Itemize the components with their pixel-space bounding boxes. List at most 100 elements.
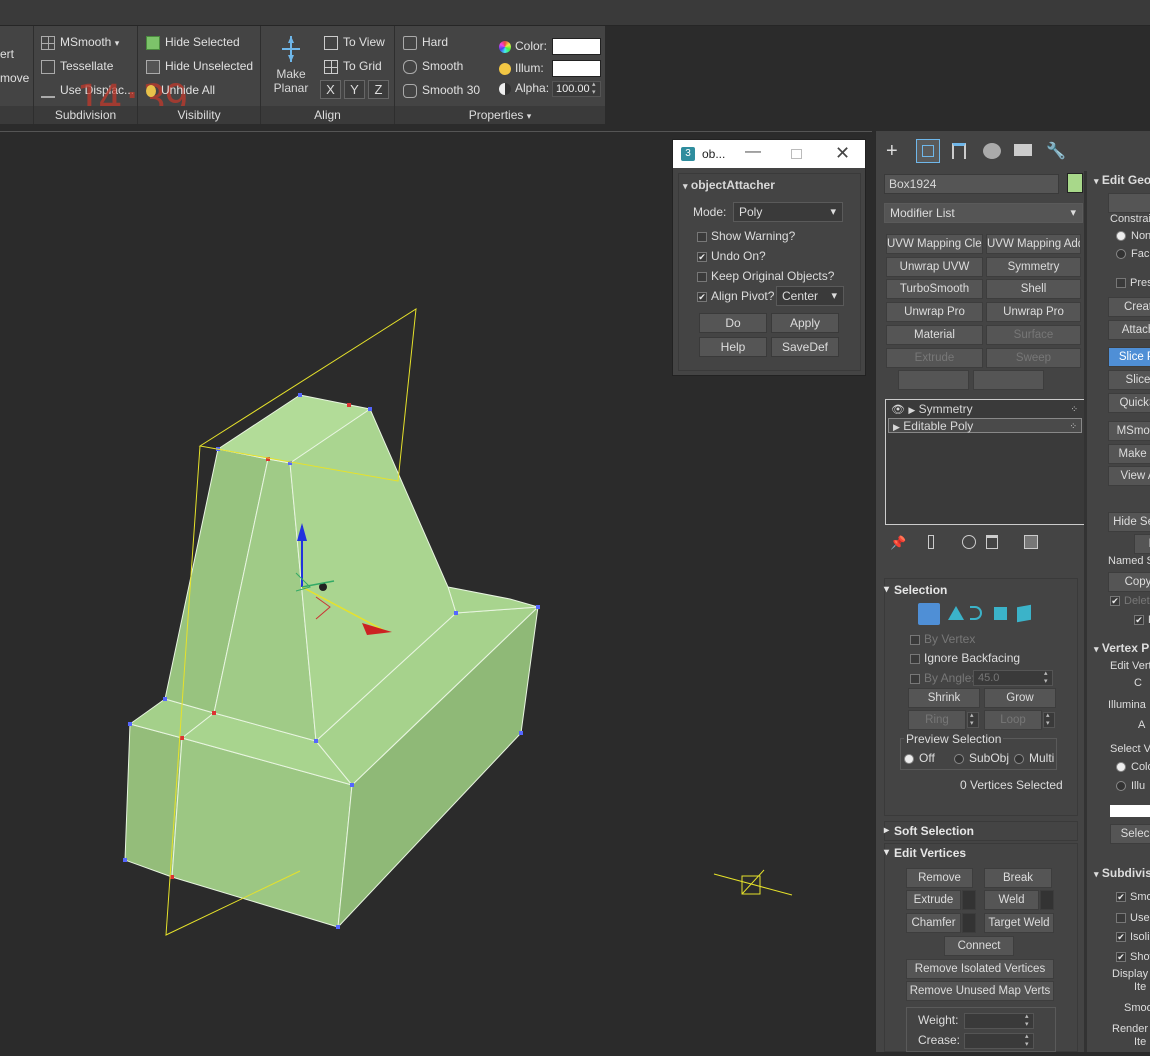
to-grid-button[interactable]: To Grid — [324, 56, 382, 76]
shell-button[interactable]: Shell — [986, 279, 1081, 299]
align-pivot-checkbox[interactable]: ✔ Align Pivot? — [697, 289, 774, 303]
grow-button[interactable]: Grow — [984, 688, 1056, 708]
empty-mod-button-2[interactable] — [973, 370, 1044, 390]
display-tab-icon[interactable] — [1014, 144, 1032, 156]
modify-tab-icon[interactable] — [916, 139, 940, 163]
show-cage-checkbox[interactable]: ✔Show — [1116, 951, 1150, 963]
subdivision-footer[interactable]: Subdivision — [34, 106, 137, 124]
ring-button[interactable]: Ring — [908, 710, 966, 730]
chamfer-settings-button[interactable] — [962, 913, 976, 933]
msmooth-panel-button[interactable]: MSmoot — [1108, 421, 1150, 441]
chamfer-button[interactable]: Chamfer — [906, 913, 961, 933]
break-button[interactable]: Break — [984, 868, 1052, 888]
selection-rollout-header[interactable]: Selection — [884, 581, 1070, 599]
mesh-object[interactable] — [124, 394, 539, 928]
object-name-field[interactable]: Box1924 — [884, 174, 1059, 194]
make-planar-button[interactable]: Make Planar — [269, 34, 313, 95]
msmooth-button[interactable]: MSmooth ▾ — [41, 32, 119, 52]
border-level-icon[interactable] — [970, 606, 982, 620]
view-align-button[interactable]: View A — [1108, 466, 1150, 486]
pivot-select[interactable]: Center — [776, 286, 844, 306]
savedef-button[interactable]: SaveDef — [771, 337, 839, 357]
alpha-spinner[interactable]: 100.00 — [552, 81, 601, 97]
empty-mod-button-1[interactable] — [898, 370, 969, 390]
smooth-result-checkbox[interactable]: ✔Smoo — [1116, 891, 1150, 903]
soft-selection-header[interactable]: Soft Selection — [884, 822, 1070, 840]
unwrap-uvw-button[interactable]: Unwrap UVW — [886, 257, 983, 277]
hide-selected-button[interactable]: Hide Selected — [146, 32, 240, 52]
keep-original-checkbox[interactable]: Keep Original Objects? — [697, 269, 834, 283]
pin-stack-icon[interactable]: 📌 — [890, 535, 906, 551]
loop-spinner[interactable] — [1043, 712, 1055, 728]
modifier-list-dropdown[interactable]: Modifier List — [884, 203, 1083, 223]
vertex-properties-header[interactable]: ▾ Vertex P — [1094, 641, 1149, 655]
loop-button[interactable]: Loop — [984, 710, 1042, 730]
turbosmooth-button[interactable]: TurboSmooth — [886, 279, 983, 299]
properties-footer[interactable]: Properties ▾ — [395, 106, 605, 124]
hide-unselected-panel-button[interactable]: Hi — [1134, 534, 1150, 554]
illum-swatch[interactable] — [552, 60, 601, 77]
target-weld-button[interactable]: Target Weld — [984, 913, 1054, 933]
stack-item-symmetry[interactable]: 👁 ▶ Symmetry ⁘ — [888, 402, 1082, 417]
constraint-face-radio[interactable]: Fac — [1116, 248, 1149, 260]
ignore-backfacing-checkbox[interactable]: Ignore Backfacing — [910, 651, 1020, 665]
weld-settings-button[interactable] — [1040, 890, 1054, 910]
dialog-titlebar[interactable]: 3 ob... — ✕ — [673, 140, 865, 168]
do-button[interactable]: Do — [699, 313, 767, 333]
element-level-icon[interactable] — [1017, 604, 1031, 623]
create-tab-icon[interactable]: + — [886, 141, 898, 161]
surface-button[interactable]: Surface — [986, 325, 1081, 345]
stack-item-editable-poly[interactable]: ▶ Editable Poly ⁘ — [888, 418, 1082, 433]
extrude-button[interactable]: Extrude — [906, 890, 961, 910]
select-color-swatch[interactable] — [1110, 805, 1150, 817]
hide-selected-panel-button[interactable]: Hide Sele — [1108, 512, 1150, 532]
edge-level-icon[interactable] — [948, 606, 964, 620]
apply-button[interactable]: Apply — [771, 313, 839, 333]
remove-button[interactable]: Remove — [906, 868, 973, 888]
delete-isolated-checkbox[interactable]: ✔Delete — [1110, 595, 1150, 607]
repeat-last-button[interactable] — [1108, 193, 1150, 213]
shrink-button[interactable]: Shrink — [908, 688, 980, 708]
help-button[interactable]: Help — [699, 337, 767, 357]
ring-spinner[interactable] — [967, 712, 979, 728]
full-interactivity-checkbox[interactable]: ✔F — [1134, 614, 1150, 626]
attach-button[interactable]: Attach — [1108, 320, 1150, 340]
by-vertex-checkbox[interactable]: By Vertex — [910, 632, 975, 646]
hierarchy-tab-icon[interactable] — [952, 143, 966, 159]
maximize-icon[interactable] — [791, 149, 802, 159]
unwrap-pro-button-1[interactable]: Unwrap Pro — [886, 302, 983, 322]
slice-button[interactable]: Slice — [1108, 370, 1150, 390]
preserve-uvs-checkbox[interactable]: Pres — [1116, 277, 1150, 289]
minimize-icon[interactable]: — — [745, 143, 761, 161]
constraint-none-radio[interactable]: Non — [1116, 230, 1150, 242]
smooth-30-button[interactable]: Smooth 30 — [403, 80, 480, 100]
make-unique-icon[interactable] — [962, 535, 976, 549]
weld-button[interactable]: Weld — [984, 890, 1039, 910]
mode-select[interactable]: Poly — [733, 202, 843, 222]
extrude-mod-button[interactable]: Extrude — [886, 348, 983, 368]
hide-unselected-button[interactable]: Hide Unselected — [146, 56, 253, 76]
select-by-illum-radio[interactable]: Illu — [1116, 780, 1145, 792]
edit-vertices-header[interactable]: Edit Vertices — [884, 844, 1070, 862]
unwrap-pro-button-2[interactable]: Unwrap Pro — [986, 302, 1081, 322]
ribbon-partial-label-2[interactable]: move — [0, 68, 29, 88]
connect-button[interactable]: Connect — [944, 936, 1014, 956]
color-swatch[interactable] — [552, 38, 601, 55]
quickslice-button[interactable]: QuickS — [1108, 393, 1150, 413]
align-x-button[interactable]: X — [320, 80, 341, 99]
ribbon-partial-label-1[interactable]: ert — [0, 44, 14, 64]
symmetry-button[interactable]: Symmetry — [986, 257, 1081, 277]
tessellate-button[interactable]: Tessellate — [41, 56, 113, 76]
select-vertices-button[interactable]: Selec — [1110, 824, 1150, 844]
select-by-color-radio[interactable]: Colo — [1116, 761, 1150, 773]
sweep-button[interactable]: Sweep — [986, 348, 1081, 368]
preview-off-radio[interactable]: Off — [904, 751, 935, 765]
show-end-result-icon[interactable] — [928, 535, 934, 549]
light-helper-icon[interactable] — [713, 869, 793, 896]
smooth-button[interactable]: Smooth — [403, 56, 463, 76]
isoline-display-checkbox[interactable]: ✔Isolin — [1116, 931, 1150, 943]
by-angle-checkbox[interactable]: By Angle: — [910, 671, 975, 685]
use-nurms-checkbox[interactable]: Use N — [1116, 912, 1150, 924]
preview-multi-radio[interactable]: Multi — [1014, 751, 1054, 765]
subdivision-surface-header[interactable]: ▾ Subdivis — [1094, 866, 1150, 880]
